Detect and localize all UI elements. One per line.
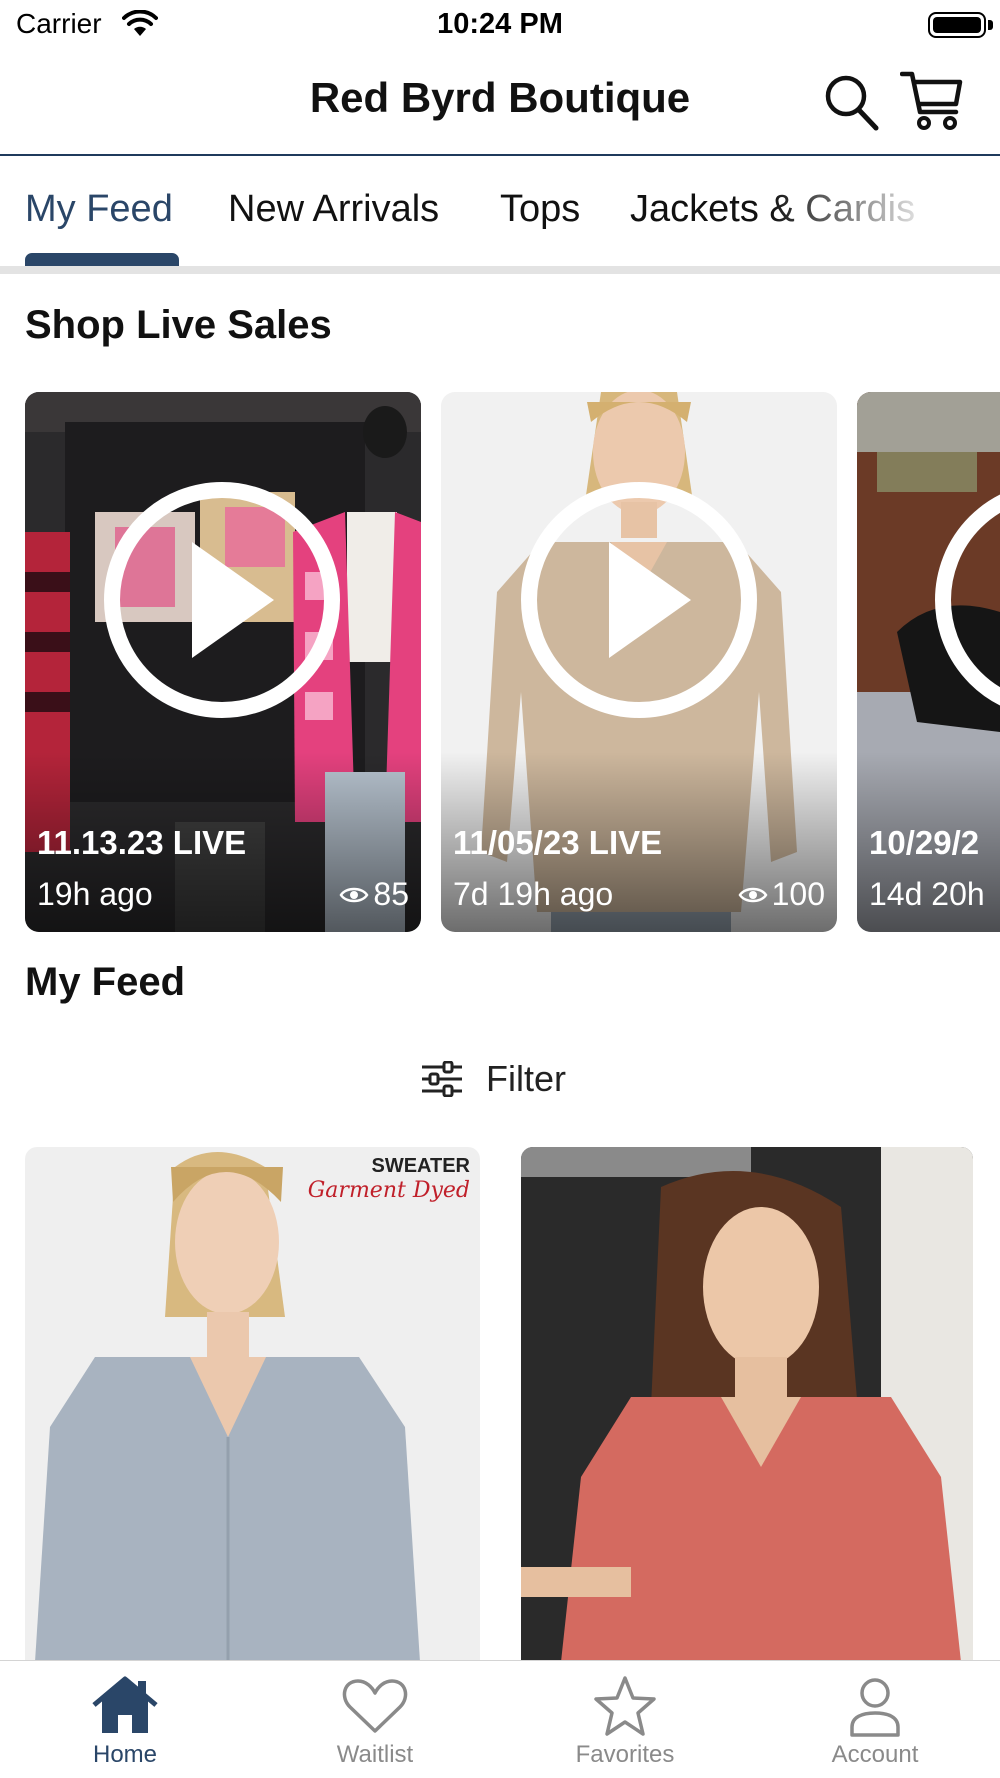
nav-item-home[interactable]: Home: [0, 1661, 250, 1778]
product-badge: SWEATER Garment Dyed: [308, 1155, 470, 1203]
nav-item-waitlist[interactable]: Waitlist: [250, 1661, 500, 1778]
nav-label-account: Account: [831, 1741, 919, 1768]
product-card[interactable]: SWEATER Garment Dyed: [25, 1147, 480, 1662]
product-card[interactable]: [521, 1147, 973, 1662]
live-sale-views: 100: [738, 876, 825, 913]
feed-section-title: My Feed: [25, 960, 186, 1004]
live-sale-views: 85: [339, 876, 409, 913]
status-bar: Carrier 10:24 PM: [0, 0, 1000, 52]
live-section-title: Shop Live Sales: [25, 303, 332, 347]
live-sale-time-ago: 19h ago: [37, 876, 153, 912]
eye-icon: [738, 887, 768, 902]
tab-tops[interactable]: Tops: [500, 188, 580, 231]
sliders-icon: [422, 1061, 462, 1097]
filter-label: Filter: [486, 1058, 566, 1099]
tab-my-feed[interactable]: My Feed: [25, 188, 173, 231]
heart-icon: [342, 1679, 408, 1733]
live-sale-card[interactable]: 11.13.23 LIVE 19h ago 85: [25, 392, 421, 932]
cart-icon[interactable]: [900, 68, 964, 132]
tabs-divider: [0, 266, 1000, 274]
live-sale-view-count: 100: [771, 876, 825, 912]
eye-icon: [339, 887, 369, 902]
active-tab-indicator: [25, 253, 179, 266]
badge-line-1: SWEATER: [371, 1155, 470, 1177]
bottom-nav: Home Waitlist Favorites Account: [0, 1660, 1000, 1778]
battery-tip: [988, 20, 993, 30]
category-tabs: My Feed New Arrivals Tops Jackets & Card…: [0, 158, 1000, 266]
tabs-fade: [770, 158, 1000, 258]
app-header: Red Byrd Boutique: [0, 52, 1000, 156]
nav-item-account[interactable]: Account: [750, 1661, 1000, 1778]
live-sale-title: 11/05/23 LIVE: [453, 824, 663, 861]
live-sale-title: 11.13.23 LIVE: [37, 824, 247, 861]
nav-label-waitlist: Waitlist: [336, 1741, 414, 1768]
star-icon: [594, 1676, 656, 1736]
product-image: [521, 1147, 973, 1662]
battery-icon: [928, 12, 986, 38]
play-icon[interactable]: [933, 480, 1000, 720]
filter-button[interactable]: Filter: [420, 1054, 566, 1104]
nav-label-home: Home: [92, 1741, 158, 1768]
person-icon: [850, 1678, 900, 1737]
live-sale-title: 10/29/2: [869, 824, 980, 861]
live-sale-time-ago: 14d 20h: [869, 876, 985, 912]
play-icon[interactable]: [102, 480, 342, 720]
live-sale-time-ago: 7d 19h ago: [453, 876, 614, 912]
tab-new-arrivals[interactable]: New Arrivals: [228, 188, 439, 231]
live-sale-view-count: 85: [373, 876, 409, 912]
nav-item-favorites[interactable]: Favorites: [500, 1661, 750, 1778]
live-sales-carousel[interactable]: 11.13.23 LIVE 19h ago 85 11/05/23 LIVE 7…: [0, 392, 1000, 932]
home-icon: [92, 1676, 158, 1733]
nav-label-favorites: Favorites: [575, 1741, 675, 1768]
play-icon[interactable]: [519, 480, 759, 720]
live-sale-card[interactable]: 11/05/23 LIVE 7d 19h ago 100: [441, 392, 837, 932]
status-time: 10:24 PM: [437, 8, 563, 40]
product-image: [25, 1147, 480, 1662]
search-icon[interactable]: [822, 70, 880, 132]
badge-line-2: Garment Dyed: [307, 1178, 470, 1203]
live-sale-card[interactable]: 10/29/2 14d 20h: [857, 392, 1000, 932]
